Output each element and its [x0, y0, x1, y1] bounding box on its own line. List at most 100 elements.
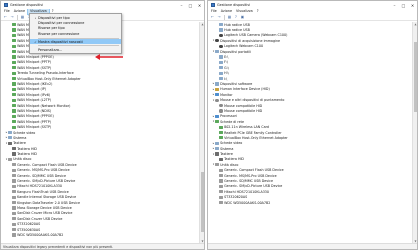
menu-azione[interactable]: Azione	[12, 9, 27, 14]
minimize-icon[interactable]: –	[177, 1, 186, 9]
tree-item-label: Tastiere	[220, 152, 233, 157]
tree-item-label: Teredo Tunneling Pseudo-Interface	[17, 71, 74, 76]
keyboard-icon	[12, 152, 16, 156]
maximize-icon[interactable]: □	[186, 1, 195, 9]
tree-item-label: Generic- SD/MMC USB Device	[224, 179, 273, 184]
tree-item-label: Schede di rete	[220, 119, 244, 124]
device-icon	[215, 82, 219, 86]
scroll-up-icon[interactable]: ▲	[200, 22, 204, 26]
device-icon	[219, 66, 223, 70]
webcam-icon	[219, 44, 223, 48]
usb-icon	[219, 28, 223, 32]
properties-icon[interactable]: ▦	[227, 15, 232, 20]
menu-item-personalizza[interactable]: Personalizza...	[30, 47, 121, 52]
network-adapter-icon	[12, 125, 16, 129]
tree-item[interactable]: WDC WD5000AAKS-00A7B2	[208, 200, 412, 205]
menu-item-label: Dispositivi per tipo	[38, 15, 70, 20]
tree-item-label: Monitor	[220, 92, 233, 97]
keyboard-icon	[215, 152, 219, 156]
mouse-icon	[215, 98, 219, 102]
device-tree: Hub radice USB Hub radice USB Logitech USB…	[208, 22, 412, 243]
disk-icon	[219, 200, 223, 205]
mouse-icon	[219, 103, 223, 108]
scan-hardware-icon[interactable]: ▣	[240, 15, 245, 20]
network-adapter-icon	[12, 55, 16, 59]
menu-item-mostra-dispositivi-nascosti[interactable]: ✓ Mostra dispositivi nascosti	[30, 39, 121, 45]
menu-item-label: Personalizza...	[38, 47, 63, 52]
device-icon	[215, 147, 219, 151]
network-adapter-icon	[12, 120, 16, 124]
tree-item-label: WDC WD5000AAKS-00A7B2	[17, 232, 64, 237]
disk-icon	[12, 200, 16, 205]
tree-item-label: Hub radice USB	[224, 28, 250, 33]
menu-item-risorse-per-connessione[interactable]: Risorse per connessione	[30, 31, 121, 36]
minimize-icon[interactable]: –	[390, 1, 399, 9]
close-icon[interactable]: ✕	[408, 1, 417, 9]
disk-icon	[12, 206, 16, 210]
device-manager-window-right: Gestione dispositivi – □ ✕ File Azione V…	[207, 0, 418, 250]
network-adapter-icon	[219, 125, 223, 129]
tree-item-label: Generic- SD/MMC USB Device	[17, 173, 66, 178]
tree-item-label: WAN Miniport (SSTP)	[17, 125, 52, 130]
scroll-up-icon[interactable]: ▲	[413, 22, 417, 26]
tree-item-label: Hub radice USB	[224, 22, 250, 27]
window-title: Gestione dispositivi	[217, 3, 251, 7]
tree-item-label: Schede video	[13, 130, 36, 135]
disk-icon	[219, 190, 223, 194]
toolbar: ← → ▦ ? ▣	[208, 14, 417, 21]
keyboard-icon	[12, 147, 16, 151]
menu-help[interactable]: ?	[255, 9, 261, 14]
vertical-scrollbar[interactable]: ▲ ▼	[199, 22, 204, 243]
tree-item[interactable]: WDC WD5000AAKS-00A7B2	[1, 232, 199, 237]
network-adapter-icon	[12, 39, 16, 43]
tree-item-label: Dispositivi software	[220, 81, 253, 86]
network-adapter-icon	[12, 114, 16, 118]
title-bar[interactable]: Gestione dispositivi – □ ✕	[208, 1, 417, 9]
disk-icon	[8, 157, 12, 162]
processor-icon	[215, 114, 219, 118]
keyboard-icon	[219, 157, 223, 162]
tree-item-label: Mouse compatibile HID	[224, 108, 263, 113]
device-manager-app-icon	[4, 3, 8, 7]
menu-item-label: Mostra dispositivi nascosti	[38, 39, 83, 44]
disk-icon	[12, 168, 16, 172]
menu-file[interactable]: File	[2, 9, 12, 14]
device-icon	[215, 50, 219, 54]
tree-item-label: Generic- Compact Flash USB Device	[224, 168, 284, 173]
menu-azione[interactable]: Azione	[219, 9, 234, 14]
scrollbar-thumb[interactable]	[414, 42, 417, 112]
vertical-scrollbar[interactable]: ▲ ▼	[412, 22, 417, 243]
scrollbar-thumb[interactable]	[201, 172, 204, 232]
tree-item-label: Dispositivi di acquisizione immagine	[220, 38, 281, 43]
window-controls: – □ ✕	[390, 1, 417, 9]
forward-arrow-icon[interactable]: →	[10, 15, 15, 20]
close-icon[interactable]: ✕	[195, 1, 204, 9]
tree-item-label: Realtek PCIe GBE Family Controller	[224, 130, 282, 135]
status-bar	[208, 243, 417, 249]
tree-item-label: WAN Miniport (NDIS)	[17, 108, 52, 113]
maximize-icon[interactable]: □	[399, 1, 408, 9]
forward-arrow-icon[interactable]: →	[217, 15, 222, 20]
menu-file[interactable]: File	[209, 9, 219, 14]
device-icon	[219, 55, 223, 59]
properties-icon[interactable]: ▦	[20, 15, 25, 20]
tree-item-label: Tastiera HID	[224, 157, 244, 162]
network-adapter-icon	[12, 66, 16, 70]
window-title: Gestione dispositivi	[10, 3, 44, 7]
toolbar-separator	[224, 14, 225, 20]
network-adapter-icon	[12, 109, 16, 113]
network-adapter-icon	[12, 98, 16, 102]
tree-item-label: WDC WD5000AAKS-00A7B2	[224, 200, 271, 205]
network-adapter-icon	[12, 71, 16, 75]
network-adapter-icon	[219, 130, 223, 135]
menu-visualizza[interactable]: Visualizza	[234, 9, 255, 14]
disk-icon	[12, 174, 16, 178]
tree-item-label: Sistema	[13, 135, 27, 140]
device-icon	[219, 71, 223, 75]
tree-item-label: Tastiere	[13, 141, 26, 146]
back-arrow-icon[interactable]: ←	[3, 15, 8, 20]
display-adapter-icon	[215, 141, 219, 145]
back-arrow-icon[interactable]: ←	[210, 15, 215, 20]
help-icon[interactable]: ?	[234, 15, 239, 20]
title-bar[interactable]: Gestione dispositivi – □ ✕	[1, 1, 204, 9]
